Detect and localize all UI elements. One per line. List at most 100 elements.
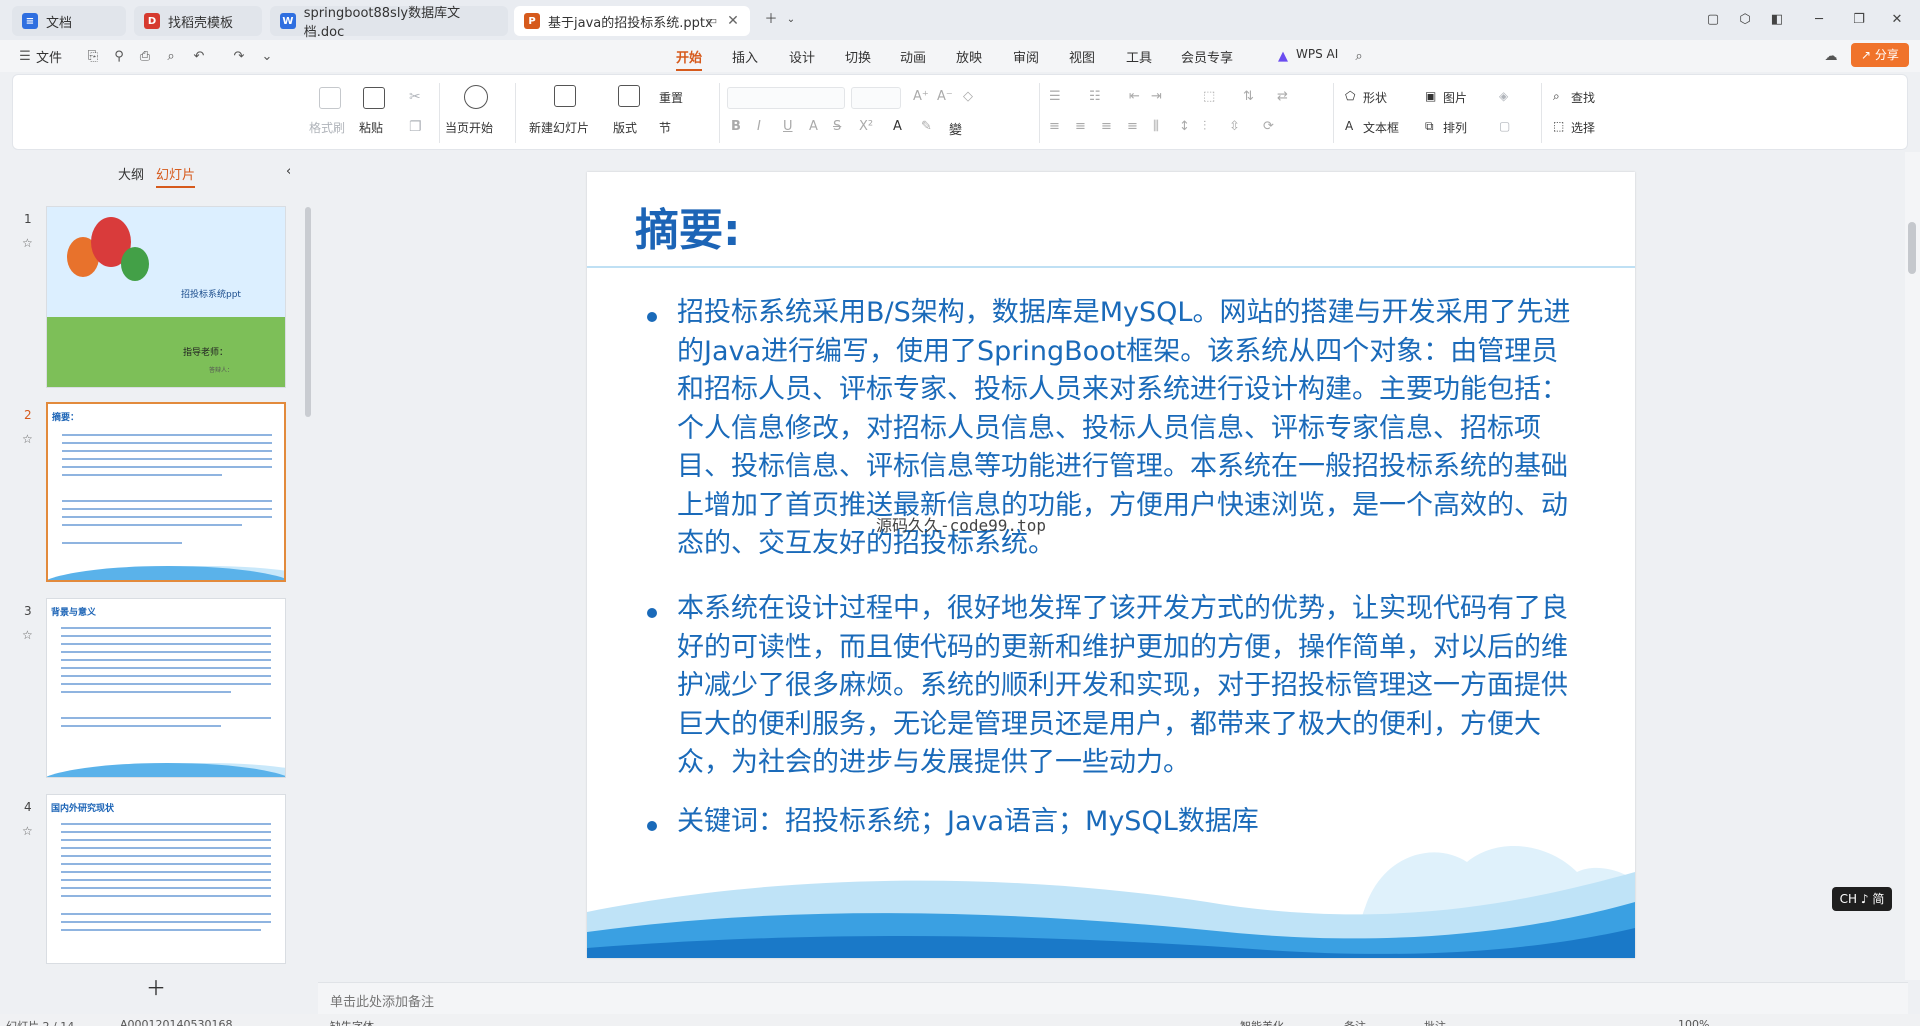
increase-font-icon[interactable]: A⁺ (913, 89, 929, 104)
sort-icon[interactable]: ⇅ (1243, 89, 1254, 104)
restore-icon[interactable]: ❐ (1846, 8, 1872, 32)
layout-icon[interactable] (618, 85, 640, 107)
superscript-icon[interactable]: X² (859, 119, 873, 134)
tab-design[interactable]: 设计 (789, 47, 815, 66)
shadow-icon[interactable]: A (809, 119, 818, 134)
align-center-icon[interactable]: ≡ (1075, 119, 1086, 134)
fill-icon[interactable]: ◈ (1499, 89, 1508, 103)
paragraph-summary[interactable]: 招投标系统采用B/S架构，数据库是MySQL。网站的搭建与开发采用了先进的Jav… (677, 294, 1577, 564)
new-slide-icon[interactable] (554, 85, 576, 107)
thumb-slide-4[interactable]: 国内外研究现状 (46, 794, 286, 964)
play-from-current-icon[interactable] (464, 85, 488, 109)
underline-icon[interactable]: U (783, 119, 793, 134)
menu-icon[interactable]: ☰ (16, 48, 34, 66)
format-painter-icon[interactable] (319, 87, 341, 109)
tab-member[interactable]: 会员专享 (1181, 47, 1233, 66)
share-button[interactable]: ↗ 分享 (1851, 43, 1909, 67)
justify-icon[interactable]: ≡ (1127, 119, 1138, 134)
tab-animation[interactable]: 动画 (900, 47, 926, 66)
wps-ai-icon[interactable]: ▲ (1274, 48, 1292, 66)
paragraph-spacing-icon[interactable]: ⇳ (1229, 119, 1240, 134)
slide-title[interactable]: 摘要: (635, 194, 741, 258)
tab-slideshow[interactable]: 放映 (956, 47, 982, 66)
tab-view[interactable]: 视图 (1069, 47, 1095, 66)
align-right-icon[interactable]: ≡ (1101, 119, 1112, 134)
font-family-select[interactable] (727, 87, 845, 109)
tab-docer[interactable]: D 找稻壳模板 (134, 6, 262, 36)
tab-outline[interactable]: 大纲 (118, 164, 144, 183)
avatar[interactable]: ◧ (1764, 8, 1790, 32)
panel-scrollbar[interactable] (305, 207, 311, 417)
line-spacing-icon[interactable]: ↕ (1179, 119, 1190, 134)
align-left-icon[interactable]: ≡ (1049, 119, 1060, 134)
layout-button[interactable]: 版式 (613, 119, 637, 136)
star-icon[interactable]: ☆ (22, 236, 33, 250)
distribute-icon[interactable]: ⫼ (1153, 119, 1159, 134)
comments-button[interactable]: 批注 (1424, 1018, 1446, 1026)
decrease-font-icon[interactable]: A⁻ (937, 89, 953, 104)
file-menu[interactable]: 文件 (36, 47, 62, 66)
italic-icon[interactable]: I (757, 119, 761, 134)
print-preview-icon[interactable]: ⌕ (162, 48, 180, 66)
paste-icon[interactable] (363, 87, 385, 109)
window-layout-icon[interactable]: ▢ (1700, 8, 1726, 32)
current-slide[interactable]: 摘要: 招投标系统采用B/S架构，数据库是MySQL。网站的搭建与开发采用了先进… (587, 172, 1635, 958)
smart-beautify-button[interactable]: 智能美化 (1240, 1018, 1284, 1026)
print-icon[interactable]: ⎙ (136, 48, 154, 66)
notes-pane[interactable]: 单击此处添加备注 (318, 982, 1908, 1014)
shape-button[interactable]: 形状 (1363, 89, 1387, 106)
outdent-icon[interactable]: ⇤ (1129, 89, 1140, 104)
tab-tools[interactable]: 工具 (1126, 47, 1152, 66)
remarks-button[interactable]: 备注 (1344, 1018, 1366, 1026)
strikethrough-icon[interactable]: S (833, 119, 841, 134)
cloud-upload-icon[interactable]: ☁ (1822, 48, 1840, 66)
reset-button[interactable]: 重置 (659, 89, 683, 106)
cube-icon[interactable]: ⬡ (1732, 8, 1758, 32)
cut-icon[interactable]: ✂ (409, 89, 421, 105)
close-tab-icon[interactable]: ✕ (724, 12, 742, 30)
outline-icon[interactable]: ▢ (1499, 119, 1510, 133)
ime-indicator[interactable]: CH ♪ 简 (1832, 887, 1892, 911)
new-slide-button[interactable]: 新建幻灯片 (529, 119, 589, 136)
highlight-icon[interactable]: ✎ (921, 119, 932, 134)
format-painter-button[interactable]: 格式刷 (309, 119, 345, 136)
arrange-button[interactable]: 排列 (1443, 119, 1467, 136)
thumb-slide-1[interactable]: 招投标系统ppt 指导老师： 答辩人： (46, 206, 286, 388)
paste-button[interactable]: 粘贴 (359, 119, 383, 136)
thumb-slide-2[interactable]: 摘要： (46, 402, 286, 582)
clear-format-icon[interactable]: ◇ (963, 89, 973, 104)
redo-icon[interactable]: ↷ (230, 48, 248, 66)
scrollbar-thumb[interactable] (1908, 222, 1916, 274)
minimize-icon[interactable]: ─ (1806, 8, 1832, 32)
select-button[interactable]: 选择 (1571, 119, 1595, 136)
text-box-align-icon[interactable]: ⬚ (1203, 89, 1215, 104)
text-direction-icon[interactable]: ⟳ (1263, 119, 1274, 134)
paragraph-design[interactable]: 本系统在设计过程中，很好地发挥了该开发方式的优势，让实现代码有了良好的可读性，而… (677, 590, 1577, 783)
phonetic-icon[interactable]: 變 (949, 119, 962, 138)
convert-icon[interactable]: ⇄ (1277, 89, 1288, 104)
numbering-icon[interactable]: ☷ (1089, 89, 1101, 104)
save-icon[interactable]: ⚲ (110, 48, 128, 66)
tab-slides[interactable]: 幻灯片 (156, 164, 196, 188)
bold-icon[interactable]: B (731, 119, 741, 134)
zoom-level[interactable]: 100% (1678, 1018, 1709, 1026)
more-chevron-icon[interactable]: ⌄ (258, 48, 276, 66)
tab-docs[interactable]: ≡ 文档 (12, 6, 126, 36)
pin-icon[interactable]: ▭ (704, 13, 720, 29)
textbox-button[interactable]: 文本框 (1363, 119, 1399, 136)
columns-icon[interactable]: ⫶ (1203, 119, 1206, 134)
indent-icon[interactable]: ⇥ (1151, 89, 1162, 104)
close-window-icon[interactable]: ✕ (1884, 8, 1910, 32)
font-size-select[interactable] (851, 87, 901, 109)
undo-icon[interactable]: ↶ (190, 48, 208, 66)
open-icon[interactable]: ⎘ (84, 48, 102, 66)
tab-list-chevron-icon[interactable]: ⌄ (778, 8, 804, 32)
find-button[interactable]: 查找 (1571, 89, 1595, 106)
star-icon[interactable]: ☆ (22, 628, 33, 642)
add-slide-button[interactable]: ＋ (146, 972, 166, 1001)
play-from-current-button[interactable]: 当页开始 (445, 119, 493, 136)
notes-placeholder[interactable]: 单击此处添加备注 (330, 991, 434, 1010)
tab-insert[interactable]: 插入 (732, 47, 758, 66)
tab-word-doc[interactable]: W springboot88sly数据库文档.doc (270, 6, 508, 40)
thumb-slide-3[interactable]: 背景与意义 (46, 598, 286, 778)
